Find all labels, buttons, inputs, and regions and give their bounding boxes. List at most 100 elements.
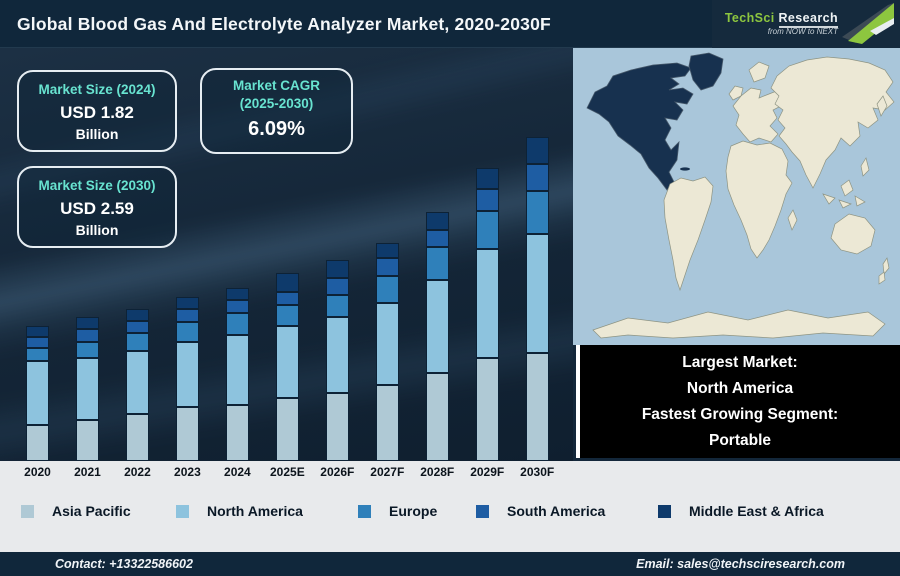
legend-swatch <box>21 504 34 518</box>
segment-europe <box>475 211 499 249</box>
callout-line: Fastest Growing Segment: <box>641 406 839 423</box>
segment-north-america <box>175 342 199 407</box>
segment-north-america <box>525 234 549 353</box>
segment-europe <box>275 305 299 326</box>
segment-middle-east-africa <box>475 168 499 189</box>
segment-europe <box>525 191 549 234</box>
segment-europe <box>75 342 99 358</box>
card-market-cagr: Market CAGR (2025-2030) 6.09% <box>200 68 353 154</box>
segment-south-america <box>125 321 149 333</box>
segment-middle-east-africa <box>125 309 149 321</box>
segment-asia-pacific <box>26 425 49 461</box>
legend-swatch <box>658 504 671 518</box>
legend-label: Middle East & Africa <box>689 503 824 519</box>
segment-middle-east-africa <box>375 243 399 258</box>
bar-2023 <box>175 297 199 461</box>
legend-item-middle-east-africa: Middle East & Africa <box>658 503 824 519</box>
legend-item-europe: Europe <box>358 503 437 519</box>
bar-2028F <box>425 212 449 461</box>
legend-label: Asia Pacific <box>52 503 131 519</box>
footer-bar: Contact: +13322586602 Email: sales@techs… <box>0 552 900 576</box>
bar-2021 <box>75 317 99 461</box>
x-axis-label-2020: 2020 <box>24 465 51 479</box>
segment-north-america <box>225 335 249 405</box>
segment-north-america <box>325 317 349 393</box>
segment-south-america <box>175 309 199 322</box>
segment-middle-east-africa <box>26 326 49 337</box>
legend-item-north-america: North America <box>176 503 303 519</box>
segment-middle-east-africa <box>525 137 549 164</box>
card-title: Market Size (2030) <box>38 178 156 193</box>
x-axis-label-2027F: 2027F <box>370 465 405 479</box>
logo-brand: TechSci Research <box>724 10 838 28</box>
segment-north-america <box>75 358 99 420</box>
segment-europe <box>325 295 349 317</box>
segment-south-america <box>525 164 549 191</box>
card-market-size-2030: Market Size (2030) USD 2.59 Billion <box>17 166 177 248</box>
bar-2024 <box>225 288 249 461</box>
callout-line: Portable <box>708 432 771 449</box>
segment-europe <box>425 247 449 280</box>
segment-asia-pacific <box>425 373 449 461</box>
card-market-size-2024: Market Size (2024) USD 1.82 Billion <box>17 70 177 152</box>
segment-middle-east-africa <box>175 297 199 309</box>
card-value: USD 1.82 <box>60 103 134 122</box>
segment-middle-east-africa <box>225 288 249 300</box>
segment-north-america <box>375 303 399 385</box>
segment-north-america <box>26 361 49 425</box>
header-bar: Global Blood Gas And Electrolyte Analyze… <box>0 0 900 48</box>
card-value: 6.09% <box>248 118 305 140</box>
legend-swatch <box>176 504 189 518</box>
segment-middle-east-africa <box>425 212 449 230</box>
logo-panel: TechSci Research from NOW to NEXT <box>712 0 900 48</box>
contact-phone: Contact: +13322586602 <box>55 557 193 571</box>
logo-text: TechSci Research from NOW to NEXT <box>724 10 838 37</box>
segment-south-america <box>375 258 399 276</box>
bar-2027F <box>375 243 399 461</box>
legend-item-south-america: South America <box>476 503 605 519</box>
segment-europe <box>175 322 199 342</box>
logo-brand-research: Research <box>778 10 838 28</box>
x-axis-label-2024: 2024 <box>224 465 251 479</box>
x-axis-label-2023: 2023 <box>174 465 201 479</box>
infographic-root: Global Blood Gas And Electrolyte Analyze… <box>0 0 900 576</box>
segment-south-america <box>26 337 49 348</box>
legend-label: South America <box>507 503 606 519</box>
legend-label: North America <box>207 503 303 519</box>
segment-asia-pacific <box>275 398 299 461</box>
segment-asia-pacific <box>75 420 99 461</box>
contact-email: Email: sales@techsciresearch.com <box>636 557 845 571</box>
card-value: USD 2.59 <box>60 199 134 218</box>
segment-europe <box>225 313 249 335</box>
card-title: (2025-2030) <box>239 96 314 111</box>
x-axis-label-2026F: 2026F <box>320 465 355 479</box>
card-title: Market CAGR <box>232 78 321 93</box>
segment-south-america <box>75 329 99 342</box>
map-island-caribbean <box>680 167 690 171</box>
segment-asia-pacific <box>525 353 549 461</box>
legend-label: Europe <box>389 503 438 519</box>
x-axis-label-2021: 2021 <box>74 465 101 479</box>
segment-north-america <box>275 326 299 398</box>
segment-south-america <box>475 189 499 211</box>
bar-2025E <box>275 273 299 461</box>
bar-2030F <box>525 137 549 461</box>
segment-south-america <box>225 300 249 313</box>
logo-brand-techsci: TechSci <box>724 10 775 25</box>
segment-asia-pacific <box>475 358 499 461</box>
segment-middle-east-africa <box>275 273 299 292</box>
card-unit: Billion <box>75 126 119 142</box>
segment-asia-pacific <box>175 407 199 461</box>
segment-south-america <box>275 292 299 305</box>
bar-2020 <box>26 326 49 461</box>
techsci-arrow-icon <box>842 3 894 44</box>
segment-asia-pacific <box>125 414 149 461</box>
segment-europe <box>125 333 149 351</box>
callout-line: North America <box>686 380 794 397</box>
world-map <box>573 48 900 345</box>
x-axis-label-2030F: 2030F <box>520 465 555 479</box>
segment-europe <box>26 348 49 361</box>
card-title: Market Size (2024) <box>38 82 156 97</box>
segment-middle-east-africa <box>75 317 99 329</box>
chart-panel: Market Size (2024) USD 1.82 Billion Mark… <box>0 48 573 461</box>
